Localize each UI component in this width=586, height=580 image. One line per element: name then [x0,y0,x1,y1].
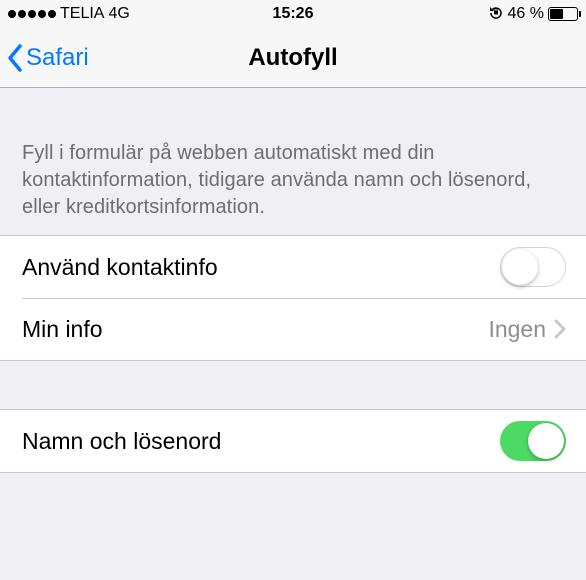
battery-icon [548,7,578,21]
section-description: Fyll i formulär på webben automatiskt me… [0,88,586,235]
page-title: Autofyll [248,44,337,72]
network-label: 4G [108,5,129,23]
status-bar: TELIA 4G 15:26 46 % [0,0,586,28]
toggle-use-contact-info[interactable] [500,247,566,287]
carrier-label: TELIA [60,5,104,23]
nav-bar: Safari Autofyll [0,28,586,88]
back-label: Safari [26,44,89,72]
row-my-info[interactable]: Min info Ingen [0,298,586,360]
clock: 15:26 [273,5,314,23]
battery-pct: 46 % [508,5,544,23]
row-label: Min info [22,316,103,343]
row-value: Ingen [488,316,546,343]
row-names-passwords[interactable]: Namn och lösenord [0,410,586,472]
toggle-names-passwords[interactable] [500,421,566,461]
orientation-lock-icon [488,4,504,25]
row-label: Använd kontaktinfo [22,254,218,281]
signal-strength-icon [8,10,56,18]
group-passwords: Namn och lösenord [0,409,586,473]
chevron-right-icon [554,319,566,339]
row-label: Namn och lösenord [22,428,221,455]
chevron-left-icon [6,43,24,73]
status-right: 46 % [488,4,578,25]
row-use-contact-info[interactable]: Använd kontaktinfo [0,236,586,298]
status-left: TELIA 4G [8,5,130,23]
back-button[interactable]: Safari [0,43,89,73]
group-contact: Använd kontaktinfo Min info Ingen [0,235,586,361]
